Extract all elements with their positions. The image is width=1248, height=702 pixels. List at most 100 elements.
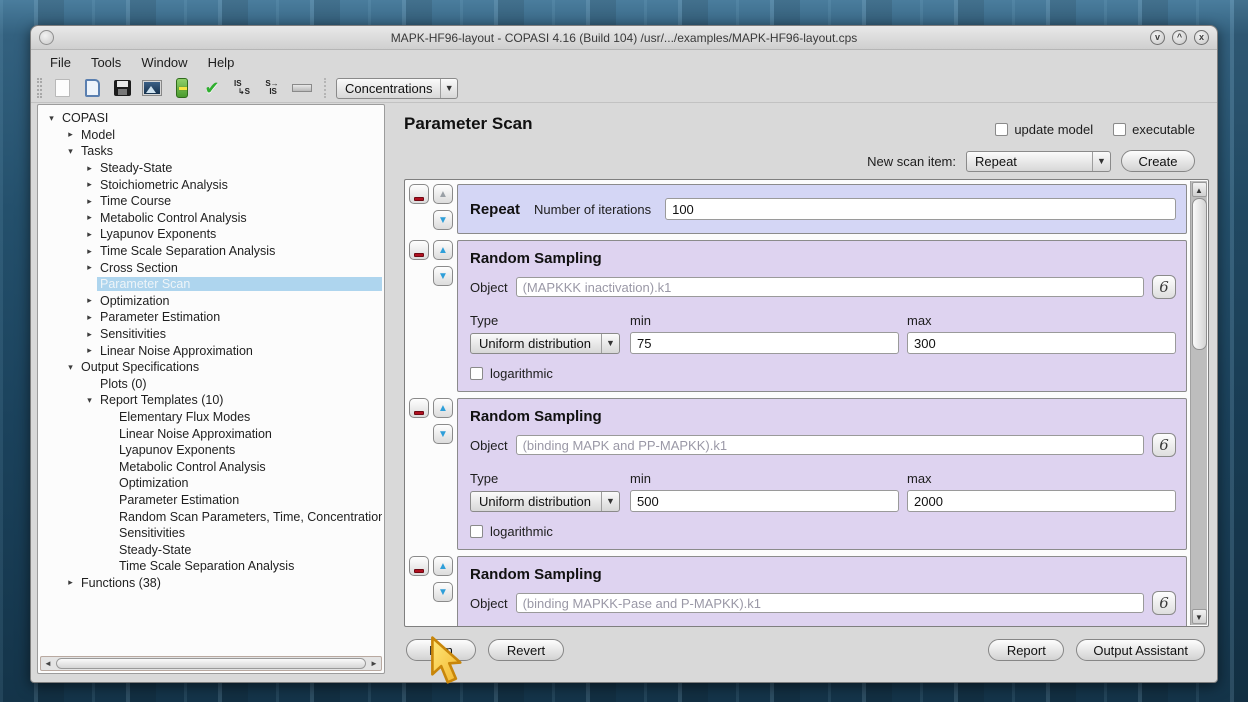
tree-item-elementary-flux-modes[interactable]: Elementary Flux Modes (40, 409, 382, 426)
object-select-button[interactable]: 6 (1152, 591, 1176, 615)
distribution-type-combobox[interactable]: Uniform distribution ▼ (470, 491, 620, 512)
iterations-input[interactable] (665, 198, 1176, 220)
move-down-button[interactable]: ▼ (433, 210, 453, 230)
move-down-button[interactable]: ▼ (433, 582, 453, 602)
tree-item-sensitivities[interactable]: ▸Sensitivities (40, 326, 382, 343)
tree-item-sensitivities[interactable]: Sensitivities (40, 525, 382, 542)
expand-arrow-icon[interactable]: ▸ (82, 246, 97, 257)
create-button[interactable]: Create (1121, 150, 1195, 172)
shade-button[interactable]: v (1150, 30, 1165, 45)
tree-item-tasks[interactable]: ▾Tasks (40, 143, 382, 160)
min-input[interactable] (630, 332, 899, 354)
tree-horizontal-scrollbar[interactable]: ◄ ► (40, 656, 382, 671)
check-model-button[interactable]: ✔ (200, 76, 224, 100)
scroll-right-icon[interactable]: ► (367, 659, 381, 668)
export-image-button[interactable] (140, 76, 164, 100)
tree-item-model[interactable]: ▸Model (40, 127, 382, 144)
report-button[interactable]: Report (988, 639, 1064, 661)
tree-item-functions-38[interactable]: ▸Functions (38) (40, 575, 382, 592)
collapse-arrow-icon[interactable]: ▾ (63, 362, 78, 373)
expand-arrow-icon[interactable]: ▸ (82, 179, 97, 190)
tree-item-cross-section[interactable]: ▸Cross Section (40, 259, 382, 276)
tree-item-parameter-scan[interactable]: Parameter Scan (40, 276, 382, 293)
object-input[interactable] (516, 277, 1144, 297)
executable-checkbox[interactable] (1113, 123, 1126, 136)
tree-item-optimization[interactable]: Optimization (40, 475, 382, 492)
expand-arrow-icon[interactable]: ▸ (82, 312, 97, 323)
save-button[interactable] (110, 76, 134, 100)
menu-item-window[interactable]: Window (132, 52, 196, 73)
max-input[interactable] (907, 332, 1176, 354)
menu-item-tools[interactable]: Tools (82, 52, 130, 73)
toolbar-drag-handle[interactable] (37, 78, 42, 98)
expand-arrow-icon[interactable]: ▸ (82, 229, 97, 240)
open-file-button[interactable] (80, 76, 104, 100)
tree-item-random-scan-parameters-time-concentrations[interactable]: Random Scan Parameters, Time, Concentrat… (40, 508, 382, 525)
expand-arrow-icon[interactable]: ▸ (82, 345, 97, 356)
collapse-arrow-icon[interactable]: ▾ (82, 395, 97, 406)
tree-item-lyapunov-exponents[interactable]: ▸Lyapunov Exponents (40, 226, 382, 243)
expand-arrow-icon[interactable]: ▸ (82, 295, 97, 306)
tree-item-metabolic-control-analysis[interactable]: ▸Metabolic Control Analysis (40, 210, 382, 227)
tree-item-time-course[interactable]: ▸Time Course (40, 193, 382, 210)
maximize-button[interactable]: ^ (1172, 30, 1187, 45)
expand-arrow-icon[interactable]: ▸ (82, 196, 97, 207)
tree-item-steady-state[interactable]: Steady-State (40, 541, 382, 558)
expand-arrow-icon[interactable]: ▸ (63, 129, 78, 140)
tree-item-linear-noise-approximation[interactable]: ▸Linear Noise Approximation (40, 342, 382, 359)
scroll-down-icon[interactable]: ▼ (1192, 609, 1207, 624)
tree-item-stoichiometric-analysis[interactable]: ▸Stoichiometric Analysis (40, 176, 382, 193)
slider-tool-button[interactable] (170, 76, 194, 100)
tree-item-plots-0[interactable]: Plots (0) (40, 376, 382, 393)
distribution-type-combobox[interactable]: Uniform distribution ▼ (470, 333, 620, 354)
scroll-left-icon[interactable]: ◄ (41, 659, 55, 668)
window-menu-icon[interactable] (39, 30, 54, 45)
move-up-button[interactable]: ▲ (433, 556, 453, 576)
remove-item-button[interactable] (409, 398, 429, 418)
expand-arrow-icon[interactable]: ▸ (82, 329, 97, 340)
remove-item-button[interactable] (409, 556, 429, 576)
scan-list-vscroll-thumb[interactable] (1192, 198, 1207, 350)
object-select-button[interactable]: 6 (1152, 275, 1176, 299)
min-input[interactable] (630, 490, 899, 512)
move-down-button[interactable]: ▼ (433, 266, 453, 286)
move-up-button[interactable]: ▲ (433, 240, 453, 260)
max-input[interactable] (907, 490, 1176, 512)
logarithmic-checkbox[interactable] (470, 367, 483, 380)
tree-item-time-scale-separation-analysis[interactable]: ▸Time Scale Separation Analysis (40, 243, 382, 260)
close-button[interactable]: x (1194, 30, 1209, 45)
tree-hscroll-thumb[interactable] (56, 658, 366, 669)
tree-item-metabolic-control-analysis[interactable]: Metabolic Control Analysis (40, 458, 382, 475)
tree-item-steady-state[interactable]: ▸Steady-State (40, 160, 382, 177)
tree-item-report-templates-10[interactable]: ▾Report Templates (10) (40, 392, 382, 409)
tree-item-lyapunov-exponents[interactable]: Lyapunov Exponents (40, 442, 382, 459)
tree-item-copasi[interactable]: ▾COPASI (40, 110, 382, 127)
expand-arrow-icon[interactable]: ▸ (82, 212, 97, 223)
object-select-button[interactable]: 6 (1152, 433, 1176, 457)
collapse-arrow-icon[interactable]: ▾ (44, 113, 59, 124)
view-selector-combobox[interactable]: Concentrations ▼ (336, 78, 458, 99)
title-bar[interactable]: MAPK-HF96-layout - COPASI 4.16 (Build 10… (31, 26, 1217, 50)
s-to-is-button[interactable]: S→IS (260, 76, 284, 100)
move-up-button[interactable]: ▲ (433, 184, 453, 204)
scan-list-vscrollbar[interactable]: ▲ ▼ (1190, 181, 1207, 625)
logarithmic-checkbox[interactable] (470, 525, 483, 538)
collapse-arrow-icon[interactable]: ▾ (63, 146, 78, 157)
object-input[interactable] (516, 593, 1144, 613)
tree-item-parameter-estimation[interactable]: ▸Parameter Estimation (40, 309, 382, 326)
move-up-button[interactable]: ▲ (433, 398, 453, 418)
scroll-up-icon[interactable]: ▲ (1192, 182, 1207, 197)
expand-arrow-icon[interactable]: ▸ (82, 163, 97, 174)
remove-item-button[interactable] (409, 240, 429, 260)
tree-item-time-scale-separation-analysis[interactable]: Time Scale Separation Analysis (40, 558, 382, 575)
is-to-s-button[interactable]: IS↳S (230, 76, 254, 100)
menu-item-file[interactable]: File (41, 52, 80, 73)
revert-button[interactable]: Revert (488, 639, 564, 661)
units-button[interactable] (290, 76, 314, 100)
output-assistant-button[interactable]: Output Assistant (1076, 639, 1205, 661)
update-model-checkbox[interactable] (995, 123, 1008, 136)
tree-item-parameter-estimation[interactable]: Parameter Estimation (40, 492, 382, 509)
expand-arrow-icon[interactable]: ▸ (63, 577, 78, 588)
new-scan-item-combobox[interactable]: Repeat ▼ (966, 151, 1111, 172)
expand-arrow-icon[interactable]: ▸ (82, 262, 97, 273)
